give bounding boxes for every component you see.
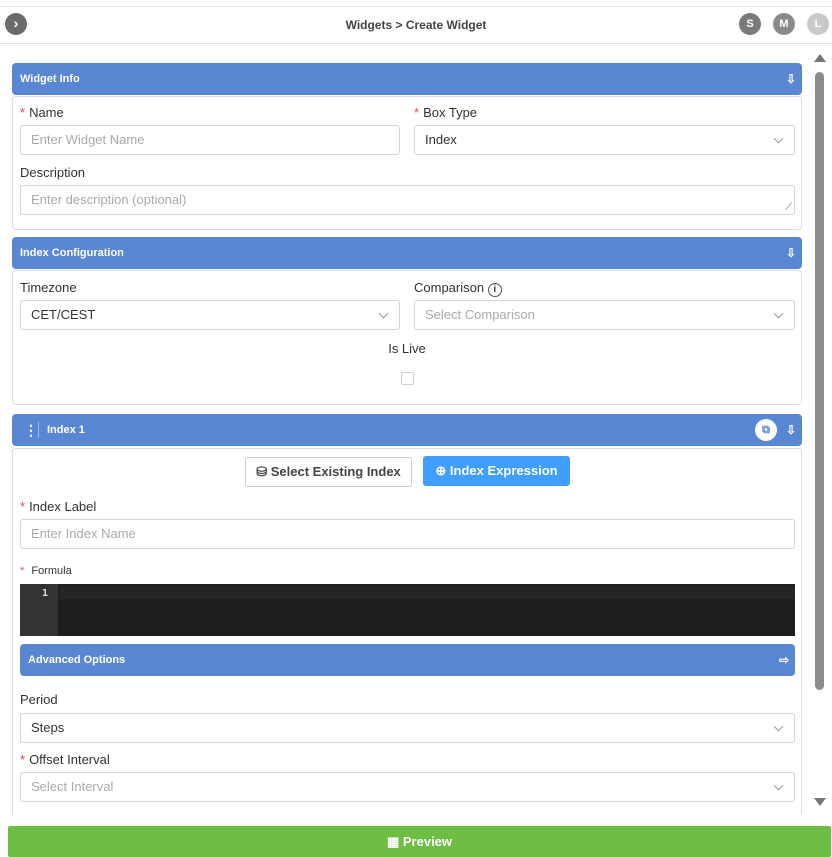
formula-editor[interactable]: 1 xyxy=(20,584,795,636)
collapse-arrow-icon[interactable]: ⇩ xyxy=(786,414,796,446)
index1-title: Index 1 xyxy=(47,424,85,436)
calculator-icon: ▦ xyxy=(386,834,403,849)
widget-info-title: Widget Info xyxy=(20,73,80,85)
index-config-title: Index Configuration xyxy=(20,247,124,259)
required-marker: * xyxy=(20,752,26,767)
editor-line-number: 1 xyxy=(41,588,48,599)
is-live-checkbox[interactable] xyxy=(401,372,414,385)
scroll-down-icon[interactable] xyxy=(814,798,826,806)
chevron-down-icon xyxy=(773,308,784,319)
widget-info-header[interactable]: Widget Info ⇩ xyxy=(12,63,802,95)
drag-handle-icon[interactable]: ⋮ xyxy=(24,414,38,446)
select-existing-index-button[interactable]: ⛁ Select Existing Index xyxy=(245,457,412,487)
top-strip xyxy=(0,0,832,7)
box-type-select[interactable]: Index xyxy=(414,125,795,155)
chevron-down-icon xyxy=(378,308,389,319)
resize-handle-icon[interactable]: ⟋ xyxy=(785,194,792,222)
app-header: › Widgets > Create Widget S M L xyxy=(0,7,832,44)
collapse-arrow-icon[interactable]: ⇩ xyxy=(786,237,796,269)
period-select[interactable]: Steps xyxy=(20,713,795,743)
description-textarea[interactable]: Enter description (optional) ⟋ xyxy=(20,185,795,215)
expand-arrow-icon[interactable]: ⇨ xyxy=(779,644,789,676)
formula-label: * Formula xyxy=(20,565,72,577)
index-label-label: * Index Label xyxy=(20,499,97,514)
name-input[interactable]: Enter Widget Name xyxy=(20,125,400,155)
avatar-s[interactable]: S xyxy=(739,13,761,35)
advanced-options-title: Advanced Options xyxy=(28,654,126,666)
comparison-select[interactable]: Select Comparison xyxy=(414,300,795,330)
avatar-m[interactable]: M xyxy=(773,13,795,35)
divider xyxy=(38,422,39,438)
box-type-label: * Box Type xyxy=(414,105,478,120)
description-label: Description xyxy=(20,165,86,180)
preview-button[interactable]: ▦ Preview xyxy=(8,826,831,857)
required-marker: * xyxy=(20,565,25,577)
period-label: Period xyxy=(20,692,58,707)
is-live-label: Is Live xyxy=(388,341,426,356)
chevron-down-icon xyxy=(773,133,784,144)
index-label-input[interactable]: Enter Index Name xyxy=(20,519,795,549)
editor-current-line[interactable] xyxy=(60,586,795,599)
database-icon: ⛁ xyxy=(256,464,271,479)
vertical-scrollbar[interactable] xyxy=(812,54,828,809)
index-expression-button[interactable]: ⊕ Index Expression xyxy=(423,456,570,486)
chevron-down-icon xyxy=(773,780,784,791)
timezone-select[interactable]: CET/CEST xyxy=(20,300,400,330)
plus-circle-icon: ⊕ xyxy=(435,463,450,478)
avatar-l[interactable]: L xyxy=(807,13,829,35)
chevron-down-icon xyxy=(773,721,784,732)
scrollbar-thumb[interactable] xyxy=(815,72,824,690)
index-config-header[interactable]: Index Configuration ⇩ xyxy=(12,237,802,269)
scroll-up-icon[interactable] xyxy=(814,54,826,62)
index1-header[interactable]: ⋮ Index 1 ⧉ ⇩ xyxy=(12,414,802,446)
name-label: * Name xyxy=(20,105,64,120)
breadcrumb: Widgets > Create Widget xyxy=(345,18,487,32)
collapse-arrow-icon[interactable]: ⇩ xyxy=(786,63,796,95)
info-icon[interactable]: i xyxy=(487,283,502,297)
required-marker: * xyxy=(20,105,26,120)
required-marker: * xyxy=(414,105,420,120)
offset-interval-select[interactable]: Select Interval xyxy=(20,772,795,802)
required-marker: * xyxy=(20,499,26,514)
form-scroll-area[interactable]: Widget Info ⇩ * Name Enter Widget Name * B… xyxy=(0,44,812,814)
comparison-label: Comparison i xyxy=(414,280,502,297)
advanced-options-header[interactable]: Advanced Options ⇨ xyxy=(20,644,795,676)
timezone-label: Timezone xyxy=(20,280,77,295)
copy-icon[interactable]: ⧉ xyxy=(755,419,777,441)
offset-interval-label: * Offset Interval xyxy=(20,752,110,767)
